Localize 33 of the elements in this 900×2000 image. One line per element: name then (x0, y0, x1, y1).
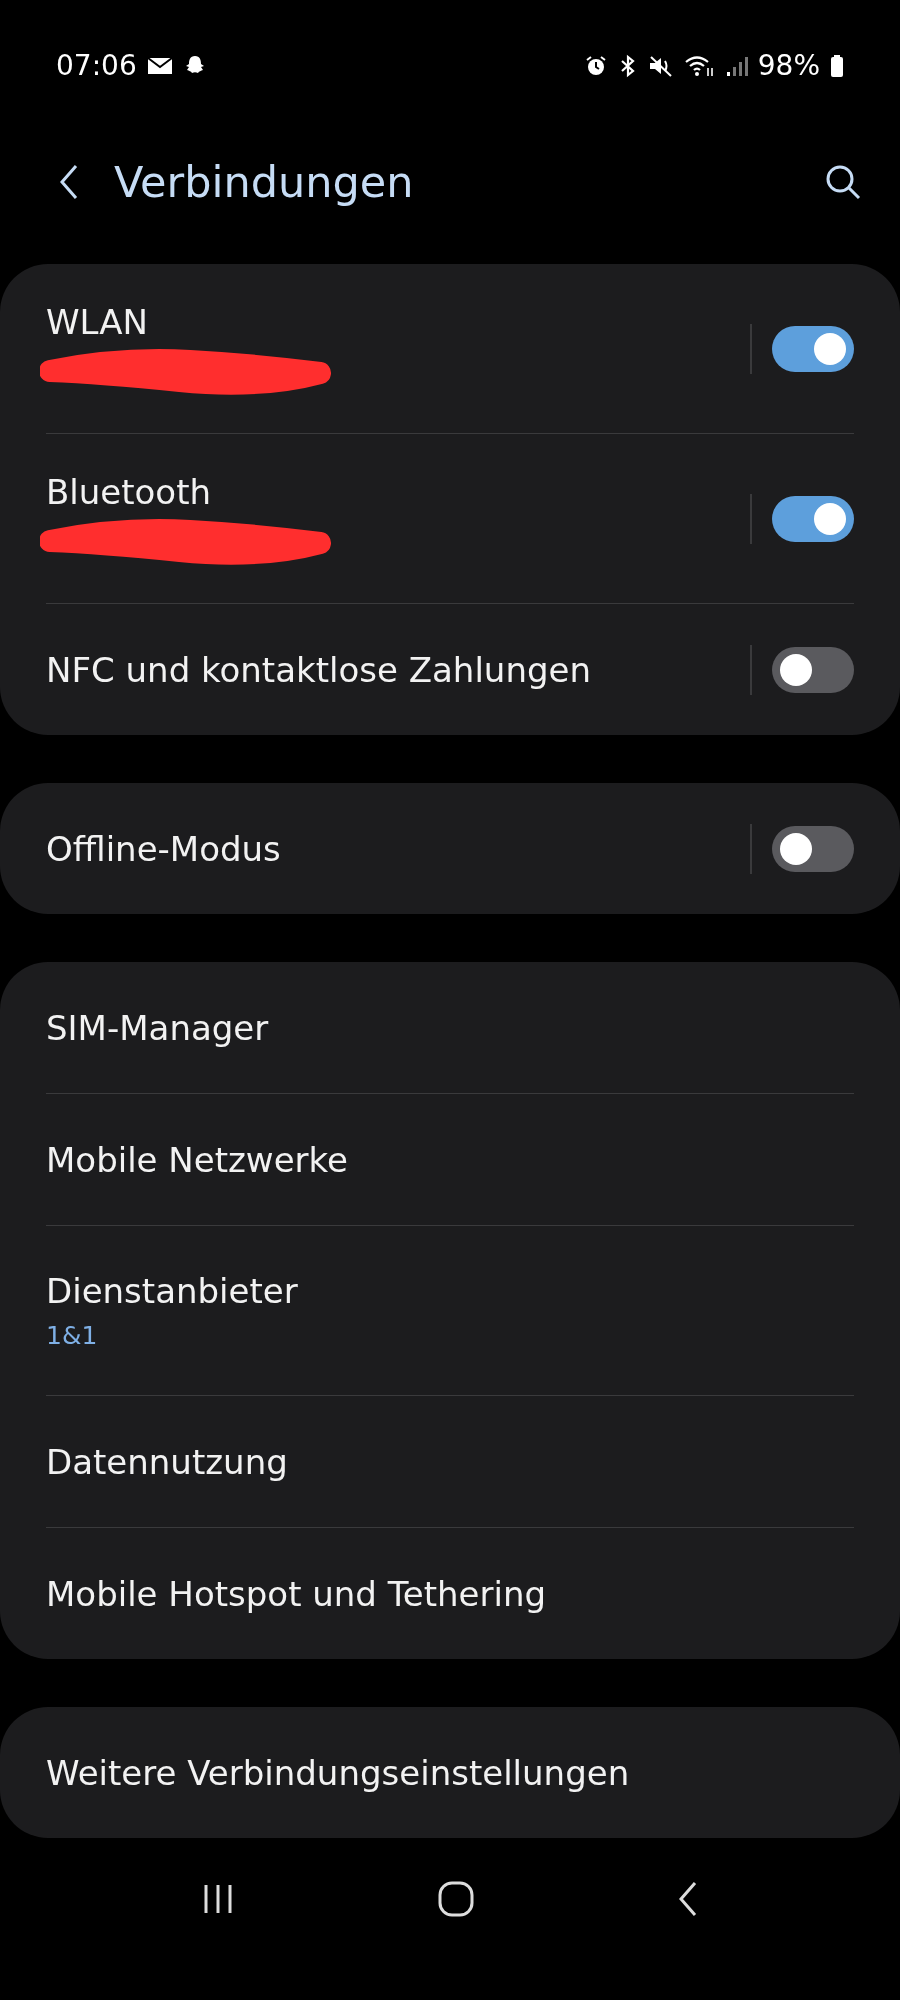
setting-label: WLAN (46, 301, 150, 342)
setting-label: SIM-Manager (46, 1007, 270, 1048)
battery-level: 98% (757, 49, 820, 83)
setting-label: Bluetooth (46, 471, 213, 512)
settings-row[interactable]: Weitere Verbindungseinstellungen (46, 1707, 854, 1839)
mail-icon (146, 55, 173, 76)
setting-label: Mobile Netzwerke (46, 1139, 349, 1180)
page-title: Verbindungen (114, 156, 415, 207)
mute-icon (647, 53, 674, 78)
toggle-switch[interactable] (772, 646, 854, 693)
setting-label: Mobile Hotspot und Tethering (46, 1573, 548, 1614)
setting-label: Weitere Verbindungseinstellungen (46, 1752, 631, 1793)
settings-row[interactable]: SIM-Manager (46, 962, 854, 1094)
setting-label: NFC und kontaktlose Zahlungen (46, 649, 592, 690)
setting-label: Dienstanbieter (46, 1271, 299, 1312)
clock: 07:06 (56, 49, 137, 83)
toggle-switch[interactable] (772, 325, 854, 372)
toggle-switch[interactable] (772, 825, 854, 872)
settings-row[interactable]: Mobile Netzwerke (46, 1094, 854, 1226)
battery-icon (830, 53, 844, 78)
setting-label: Offline-Modus (46, 828, 282, 869)
settings-row[interactable]: NFC und kontaktlose Zahlungen (46, 604, 854, 736)
toggle-switch[interactable] (772, 495, 854, 542)
settings-row[interactable]: WLAN (46, 264, 854, 434)
settings-row[interactable]: Mobile Hotspot und Tethering (46, 1528, 854, 1660)
settings-row[interactable]: Bluetooth (46, 434, 854, 604)
settings-row[interactable]: Datennutzung (46, 1396, 854, 1528)
setting-value: 1&1 (46, 1321, 99, 1351)
home-icon[interactable] (437, 1880, 475, 1919)
settings-row[interactable]: Offline-Modus (46, 783, 854, 915)
wifi-icon (683, 53, 716, 78)
settings-row[interactable]: Dienstanbieter 1&1 (46, 1226, 854, 1396)
setting-label: Datennutzung (46, 1441, 289, 1482)
